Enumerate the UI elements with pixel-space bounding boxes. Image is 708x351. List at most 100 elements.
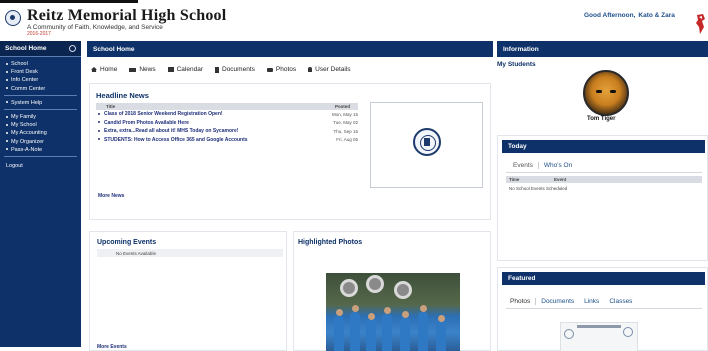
news-title-link[interactable]: Extra, extra...Read all about it! MHS To… — [104, 128, 238, 134]
student-name[interactable]: Tom Tiger — [587, 116, 615, 122]
band-member — [418, 312, 428, 351]
school-seal-icon — [5, 10, 21, 26]
tab-documents[interactable]: Documents — [215, 64, 255, 75]
divider — [506, 308, 702, 309]
highlighted-photos-title: Highlighted Photos — [298, 239, 363, 246]
tab-featured-photos[interactable]: Photos — [508, 298, 537, 305]
news-featured-image[interactable] — [370, 102, 483, 188]
user-name-link[interactable]: Kato & Zara — [638, 12, 674, 19]
gear-icon[interactable] — [69, 45, 76, 52]
highlighted-photos-panel: Highlighted Photos — [293, 231, 491, 351]
band-member — [382, 314, 392, 351]
sidebar-item-school[interactable]: School — [4, 60, 77, 68]
news-title-link[interactable]: Candid Prom Photos Available Here — [104, 120, 189, 126]
stamp-graphic — [564, 329, 574, 339]
band-member-head — [368, 313, 375, 320]
col-title: Title — [106, 104, 116, 109]
mascot-logo-icon — [696, 14, 705, 34]
tab-home[interactable]: Home — [91, 64, 117, 75]
camera-icon — [266, 67, 273, 72]
megaphone-icon — [129, 67, 137, 72]
home-icon — [91, 67, 97, 72]
headline-news-title: Headline News — [96, 91, 149, 100]
main-panel-header: School Home — [87, 41, 493, 57]
today-empty-message: No School Events Scheduled — [509, 186, 568, 191]
news-table: Title Posted Class of 2018 Senior Weeken… — [96, 103, 358, 144]
greeting: Good Afternoon, Kato & Zara — [584, 12, 675, 19]
news-row[interactable]: Extra, extra...Read all about it! MHS To… — [96, 127, 358, 136]
featured-tabs: Photos Documents Links Classes — [508, 298, 637, 305]
school-tagline: A Community of Faith, Knowledge, and Ser… — [27, 24, 163, 31]
band-member-head — [352, 305, 359, 312]
highlighted-photo[interactable] — [326, 273, 460, 351]
sidebar-item-pass-a-note[interactable]: Pass-A-Note — [4, 146, 77, 154]
news-posted-date: Mon, May 15 — [331, 111, 358, 117]
tab-whos-on[interactable]: Who's On — [539, 162, 577, 169]
news-row[interactable]: Class of 2018 Senior Weekend Registratio… — [96, 110, 358, 119]
tab-user-details[interactable]: User Details — [308, 64, 351, 75]
sidebar-item-my-family[interactable]: My Family — [4, 113, 77, 121]
tab-photos[interactable]: Photos — [266, 64, 296, 75]
news-posted-date: Thu, Sep 15 — [333, 128, 358, 134]
more-events-link[interactable]: More Events — [97, 344, 127, 350]
news-row[interactable]: STUDENTS: How to Access Office 365 and G… — [96, 136, 358, 145]
events-empty-message: No Events Available — [116, 251, 156, 256]
news-row[interactable]: Candid Prom Photos Available Here Tue, M… — [96, 119, 358, 128]
band-member-head — [336, 309, 343, 316]
tab-featured-links[interactable]: Links — [579, 298, 604, 305]
upcoming-events-title: Upcoming Events — [97, 239, 157, 246]
band-member-head — [438, 315, 445, 322]
band-member — [350, 312, 360, 351]
sidebar-item-system-help[interactable]: System Help — [4, 99, 77, 107]
greeting-text: Good Afternoon, — [584, 12, 636, 19]
sidebar-item-my-school[interactable]: My School — [4, 121, 77, 129]
main-tabs: Home News Calendar Documents Photos User… — [91, 64, 351, 75]
user-icon — [308, 67, 313, 72]
sousaphone-bell — [366, 275, 384, 293]
sidebar-item-info-center[interactable]: Info Center — [4, 76, 77, 84]
featured-photo-caption-graphic — [577, 325, 621, 328]
tab-events[interactable]: Events — [508, 162, 539, 169]
tab-calendar[interactable]: Calendar — [167, 64, 203, 75]
col-posted: Posted — [334, 104, 350, 109]
today-tabs: Events Who's On — [508, 162, 577, 169]
band-member-head — [384, 307, 391, 314]
sidebar-item-comm-center[interactable]: Comm Center — [4, 85, 77, 93]
today-panel: Today Events Who's On Time Event No Scho… — [497, 135, 708, 261]
headline-news-panel: Headline News Title Posted Class of 2018… — [89, 83, 491, 220]
sidebar-header: School Home — [0, 41, 81, 57]
my-students-label: My Students — [497, 61, 536, 68]
sidebar-item-my-organizer[interactable]: My Organizer — [4, 138, 77, 146]
sidebar-item-my-accounting[interactable]: My Accounting — [4, 129, 77, 137]
news-title-link[interactable]: Class of 2018 Senior Weekend Registratio… — [104, 111, 223, 117]
band-member — [334, 316, 344, 351]
sidebar-group-help: System Help — [4, 96, 77, 111]
tab-news[interactable]: News — [129, 64, 156, 75]
today-events-header: Time Event — [506, 176, 702, 183]
stamp-graphic — [623, 327, 633, 337]
school-year: 2016-2017 — [27, 31, 51, 37]
news-posted-date: Fri, Aug 05 — [336, 137, 358, 143]
sidebar-group-main: School Front Desk Info Center Comm Cente… — [4, 57, 77, 96]
more-news-link[interactable]: More News — [98, 193, 124, 199]
document-icon — [215, 66, 219, 73]
school-crest-icon — [413, 128, 441, 156]
tab-featured-documents[interactable]: Documents — [536, 298, 579, 305]
sidebar-item-front-desk[interactable]: Front Desk — [4, 68, 77, 76]
sidebar: School Home School Front Desk Info Cente… — [0, 41, 81, 347]
sidebar-group-personal: My Family My School My Accounting My Org… — [4, 110, 77, 158]
band-member — [436, 322, 446, 351]
sidebar-title: School Home — [5, 45, 47, 52]
school-name: Reitz Memorial High School — [27, 7, 227, 24]
divider — [506, 172, 702, 173]
band-member-head — [420, 305, 427, 312]
logout-link[interactable]: Logout — [0, 157, 81, 175]
col-time: Time — [509, 177, 520, 182]
col-event: Event — [554, 177, 567, 182]
news-title-link[interactable]: STUDENTS: How to Access Office 365 and G… — [104, 137, 248, 143]
featured-panel-header: Featured — [502, 272, 705, 285]
tab-featured-classes[interactable]: Classes — [604, 298, 637, 305]
student-avatar[interactable] — [583, 70, 629, 116]
featured-photo[interactable] — [560, 322, 638, 351]
sousaphone-bell — [394, 281, 412, 299]
